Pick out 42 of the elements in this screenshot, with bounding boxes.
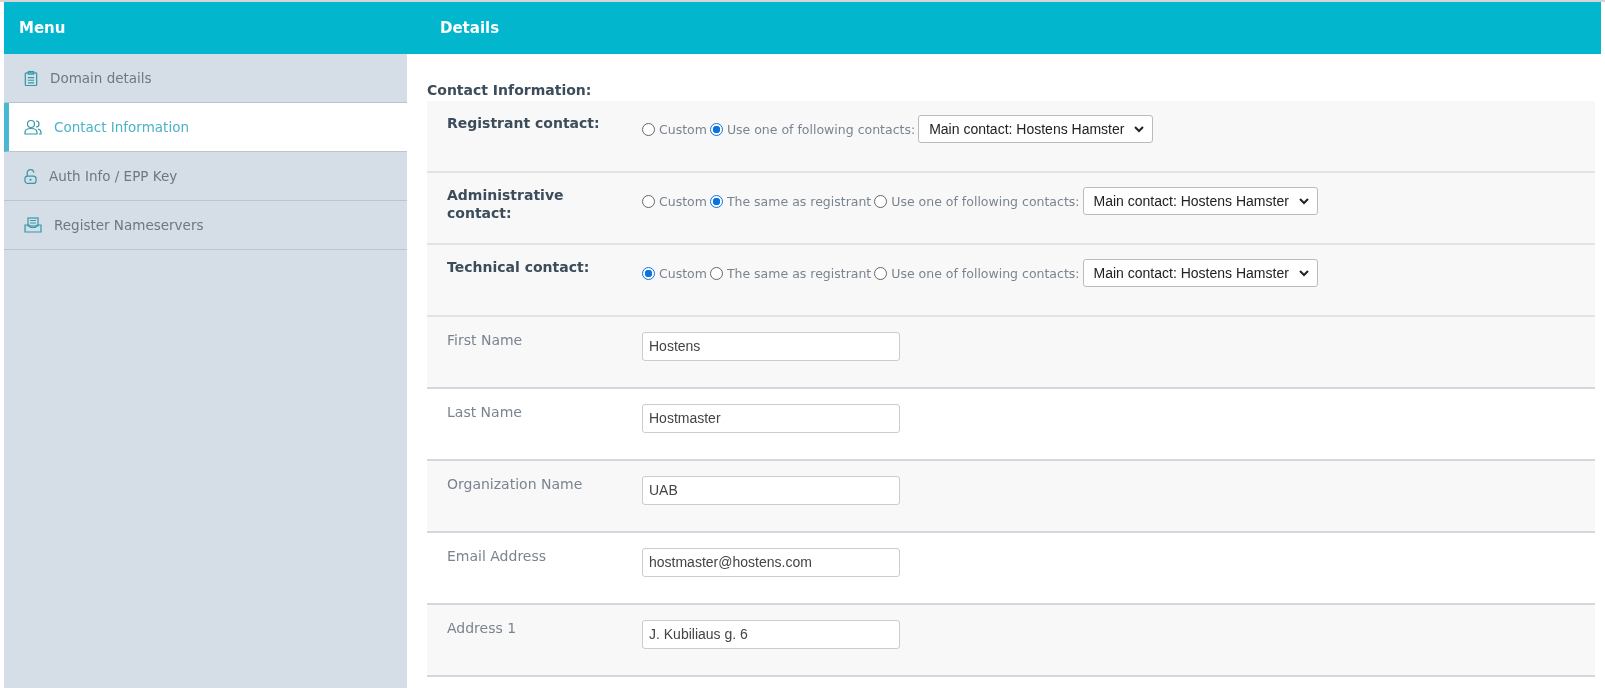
radio-label: Use one of following contacts: <box>891 265 1080 281</box>
chevron-icon <box>1298 269 1309 277</box>
chevron-icon <box>1298 197 1309 205</box>
section-title: Contact Information: <box>427 82 593 98</box>
contact-select[interactable]: Main contact: Hostens Hamster <box>1082 259 1318 287</box>
radio-label: Use one of following contacts: <box>891 193 1080 209</box>
padlock-icon <box>24 167 37 185</box>
field-label: First Name <box>446 331 524 350</box>
radio-label: Custom <box>659 121 707 137</box>
input-field[interactable]: Hostmaster <box>642 403 900 433</box>
input-field[interactable]: Hostens <box>642 331 900 361</box>
contact-label: Registrant contact: <box>446 114 601 133</box>
input-field[interactable]: hostmaster@hostens.com <box>642 547 900 577</box>
contact-label: Administrative contact: <box>446 186 565 224</box>
radio-button[interactable] <box>642 266 655 280</box>
radio-button[interactable] <box>709 122 723 136</box>
radio-button[interactable] <box>642 122 655 136</box>
radio-label: The same as registrant <box>726 193 872 209</box>
clipboard-icon <box>24 69 38 87</box>
contact-select[interactable]: Main contact: Hostens Hamster <box>1082 187 1318 215</box>
radio-label: Custom <box>659 193 707 209</box>
field-label: Email Address <box>446 547 548 566</box>
input-field[interactable]: J. Kubiliaus g. 6 <box>642 619 900 649</box>
radio-button[interactable] <box>709 266 723 280</box>
field-label: Last Name <box>446 403 523 422</box>
details-title: Details <box>440 19 500 37</box>
input-field[interactable]: UAB <box>642 475 900 505</box>
menu-title: Menu <box>19 19 66 37</box>
radio-label: Use one of following contacts: <box>726 121 916 137</box>
radio-label: Custom <box>659 265 707 281</box>
field-label: Organization Name <box>446 475 584 494</box>
chevron-icon <box>1134 125 1145 133</box>
people-icon <box>24 119 42 135</box>
inbox-icon <box>24 217 42 233</box>
radio-button[interactable] <box>709 194 723 208</box>
contact-select[interactable]: Main contact: Hostens Hamster <box>918 115 1154 143</box>
radio-button[interactable] <box>874 194 888 208</box>
contact-label: Technical contact: <box>446 258 591 277</box>
radio-button[interactable] <box>874 266 888 280</box>
radio-button[interactable] <box>642 194 655 208</box>
field-label: Address 1 <box>446 619 518 638</box>
radio-label: The same as registrant <box>726 265 872 281</box>
